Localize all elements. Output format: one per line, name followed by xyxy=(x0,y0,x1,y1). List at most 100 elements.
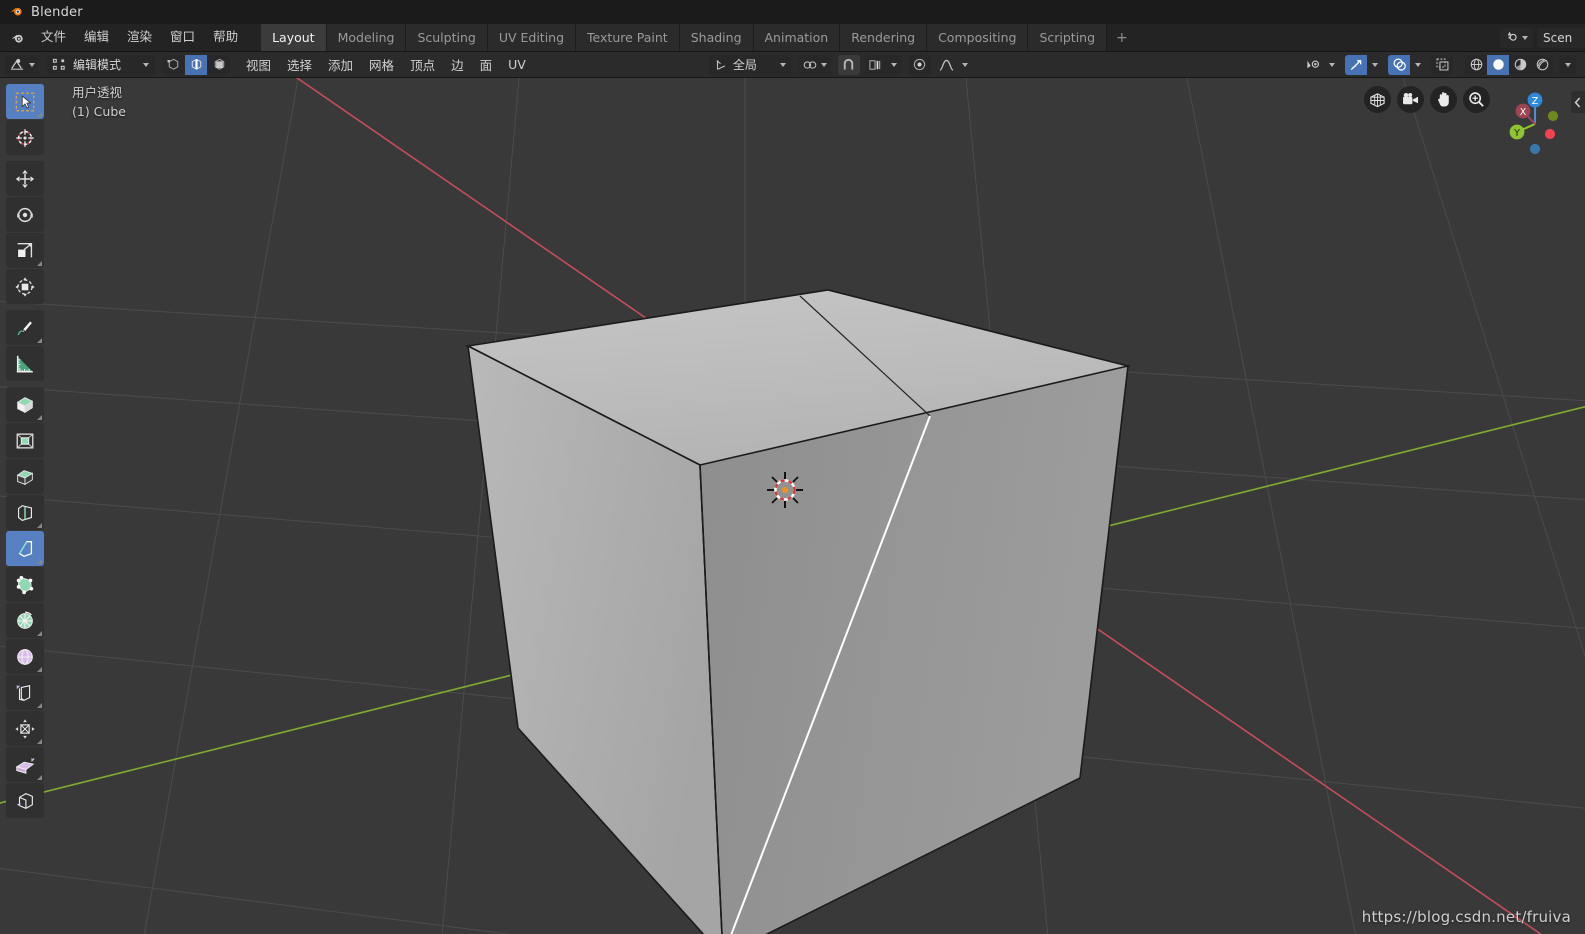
pivot-point-dropdown[interactable] xyxy=(797,54,831,75)
tool-group-corner xyxy=(37,261,42,266)
menu-add[interactable]: 添加 xyxy=(320,52,361,77)
move-tool[interactable] xyxy=(6,161,44,196)
annotate-tool[interactable] xyxy=(6,310,44,345)
snap-magnet-toggle[interactable] xyxy=(837,54,860,75)
face-select-button[interactable] xyxy=(208,54,230,75)
wireframe-shading-button[interactable] xyxy=(1465,54,1487,75)
tab-modeling[interactable]: Modeling xyxy=(326,24,407,51)
snap-target-dropdown[interactable] xyxy=(864,54,887,75)
chevron-down-icon xyxy=(1414,62,1421,67)
tab-layout[interactable]: Layout xyxy=(261,24,327,51)
edge-select-button[interactable] xyxy=(185,54,207,75)
show-overlays-toggle[interactable] xyxy=(1388,54,1410,75)
camera-view-icon[interactable] xyxy=(1397,86,1424,113)
material-preview-shading-button[interactable] xyxy=(1509,54,1531,75)
cursor-tool[interactable] xyxy=(6,120,44,155)
shear-tool[interactable] xyxy=(6,747,44,782)
extrude-region-tool[interactable] xyxy=(6,387,44,422)
menu-edge[interactable]: 边 xyxy=(443,52,472,77)
scene-selector-area: Scen xyxy=(1500,24,1585,51)
3d-viewport[interactable]: 用户透视 (1) Cube Z X Y https://blog.csdn.ne… xyxy=(0,78,1585,934)
poly-build-tool[interactable] xyxy=(6,567,44,602)
tab-uv-editing[interactable]: UV Editing xyxy=(487,24,577,51)
menu-uv[interactable]: UV xyxy=(500,54,534,75)
chevron-down-icon xyxy=(1564,62,1571,67)
shrink-fatten-tool[interactable] xyxy=(6,711,44,746)
toggle-xray-button[interactable] xyxy=(1431,54,1453,75)
rip-region-tool[interactable] xyxy=(6,783,44,818)
tool-group-corner xyxy=(37,415,42,420)
transform-orientation-dropdown[interactable]: 全局 xyxy=(708,54,791,75)
proportional-editing-icon xyxy=(914,58,926,71)
tab-scripting[interactable]: Scripting xyxy=(1028,24,1108,51)
pan-view-icon[interactable] xyxy=(1430,86,1457,113)
visibility-chevron[interactable] xyxy=(1324,55,1339,75)
overlays-chevron[interactable] xyxy=(1410,55,1425,75)
chevron-down-icon xyxy=(820,62,827,67)
gizmo-chevron[interactable] xyxy=(1367,55,1382,75)
tab-animation[interactable]: Animation xyxy=(753,24,841,51)
menu-help[interactable]: 帮助 xyxy=(204,28,247,47)
menu-render[interactable]: 渲染 xyxy=(118,28,161,47)
menu-view[interactable]: 视图 xyxy=(238,52,279,77)
tool-group-corner xyxy=(37,739,42,744)
measure-tool[interactable] xyxy=(6,346,44,381)
proportional-editing-toggle[interactable] xyxy=(908,54,931,75)
tab-compositing[interactable]: Compositing xyxy=(927,24,1029,51)
tab-texture-paint[interactable]: Texture Paint xyxy=(576,24,680,51)
knife-tool[interactable] xyxy=(6,531,44,566)
edge-slide-tool[interactable] xyxy=(6,675,44,710)
menu-vertex[interactable]: 顶点 xyxy=(402,52,443,77)
spin-tool[interactable] xyxy=(6,603,44,638)
zoom-view-icon[interactable] xyxy=(1463,86,1490,113)
scale-tool[interactable] xyxy=(6,233,44,268)
tab-shading[interactable]: Shading xyxy=(679,24,754,51)
show-gizmo-icon xyxy=(1350,60,1361,70)
menu-window[interactable]: 窗口 xyxy=(161,28,204,47)
smooth-tool[interactable] xyxy=(6,639,44,674)
editor-type-button[interactable] xyxy=(5,54,39,75)
window-titlebar: Blender xyxy=(0,0,1585,24)
scene-name-field[interactable]: Scen xyxy=(1537,27,1585,48)
loop-cut-tool[interactable] xyxy=(6,495,44,530)
rendered-shading-button[interactable] xyxy=(1531,54,1553,75)
mode-dropdown[interactable]: 编辑模式 xyxy=(47,54,155,75)
falloff-dropdown[interactable] xyxy=(936,55,958,75)
scene-browse-button[interactable] xyxy=(1500,27,1533,48)
snap-magnet-icon xyxy=(844,58,854,70)
show-overlays-icon xyxy=(1393,58,1406,71)
toggle-orthographic-icon[interactable] xyxy=(1364,86,1391,113)
rotate-tool[interactable] xyxy=(6,197,44,232)
tab-rendering[interactable]: Rendering xyxy=(840,24,928,51)
object-visibility-dropdown[interactable] xyxy=(1302,55,1324,75)
chevron-down-icon xyxy=(962,62,969,67)
vertex-select-button[interactable] xyxy=(162,54,184,75)
snap-options-chevron[interactable] xyxy=(886,54,902,75)
gizmo-x-label: X xyxy=(1520,107,1527,118)
view-axis-gizmo[interactable]: Z X Y xyxy=(1493,82,1577,166)
solid-shading-button[interactable] xyxy=(1487,54,1509,75)
menu-edit[interactable]: 编辑 xyxy=(75,28,118,47)
snap-increment-icon xyxy=(869,59,881,70)
gizmo-neg-y xyxy=(1547,110,1559,122)
menu-face[interactable]: 面 xyxy=(472,52,501,77)
tool-group-corner xyxy=(37,667,42,672)
transform-tool[interactable] xyxy=(6,269,44,304)
tweak-select-box-tool[interactable] xyxy=(6,84,44,119)
scene-icon xyxy=(1505,28,1519,47)
menu-file[interactable]: 文件 xyxy=(32,28,75,47)
menu-mesh[interactable]: 网格 xyxy=(361,52,402,77)
inset-faces-tool[interactable] xyxy=(6,423,44,458)
falloff-options-chevron[interactable] xyxy=(958,55,973,75)
menu-select[interactable]: 选择 xyxy=(279,52,320,77)
tab-sculpting[interactable]: Sculpting xyxy=(406,24,488,51)
blender-menu-icon[interactable] xyxy=(7,30,32,45)
3d-cursor-icon xyxy=(767,472,803,508)
shading-options-chevron[interactable] xyxy=(1559,54,1576,75)
add-workspace-button[interactable]: + xyxy=(1107,24,1137,51)
mode-label: 编辑模式 xyxy=(73,58,122,72)
chevron-down-icon xyxy=(1522,35,1528,40)
collapse-sidebar-icon[interactable] xyxy=(1571,91,1585,113)
show-gizmo-toggle[interactable] xyxy=(1345,54,1367,75)
bevel-tool[interactable] xyxy=(6,459,44,494)
